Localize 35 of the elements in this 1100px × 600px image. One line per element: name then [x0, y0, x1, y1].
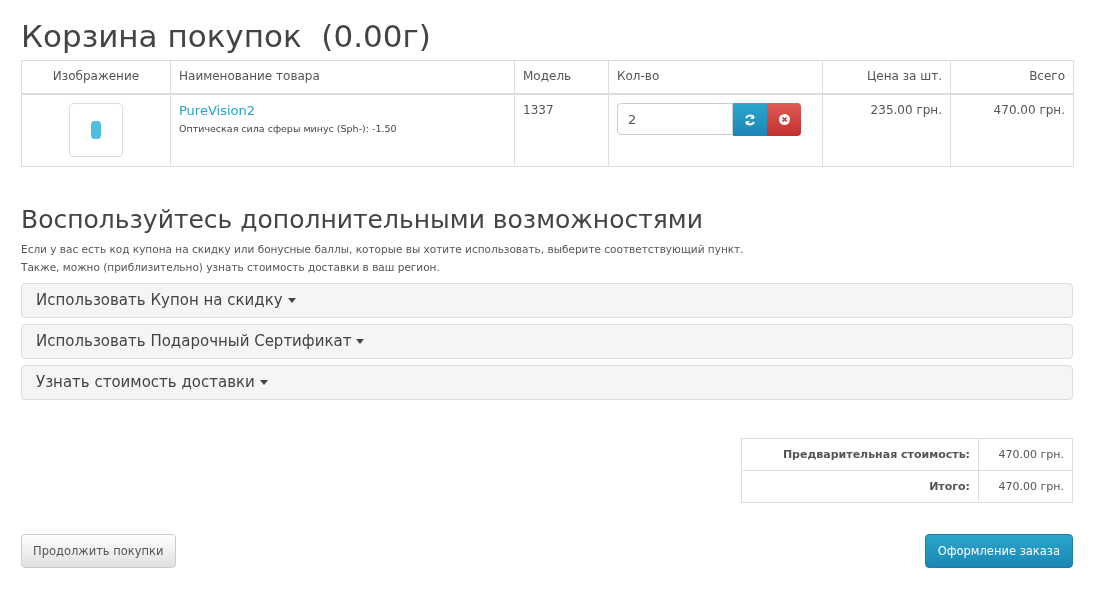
close-icon: [778, 114, 790, 125]
column-header: Кол-во: [608, 60, 823, 94]
accordion-header[interactable]: Использовать Купон на скидку: [21, 282, 1073, 318]
model-cell: 1337: [514, 94, 609, 166]
panel-title: Узнать стоимость доставки: [36, 373, 255, 391]
product-thumbnail[interactable]: [69, 103, 123, 157]
total-label: Предварительная стоимость:: [741, 438, 979, 470]
accordion-header[interactable]: Узнать стоимость доставки: [21, 364, 1073, 400]
unit-price-cell: 235.00 грн.: [822, 94, 951, 166]
accordion-header[interactable]: Использовать Подарочный Сертификат: [21, 323, 1073, 359]
refresh-icon: [744, 113, 756, 126]
product-option: Оптическая сила сферы минус (Sph-): -1.50: [179, 123, 397, 134]
caret-icon: [259, 379, 268, 385]
help-text: Если у вас есть код купона на скидку или бонусные баллы, которые вы хотите использовать, выберите соответствующий пункт.: [21, 242, 745, 255]
column-header: Модель: [514, 60, 609, 94]
quantity-field[interactable]: 2: [617, 103, 733, 135]
total-cell: 470.00 грн.: [950, 94, 1074, 166]
column-header: Наименование товара: [170, 60, 515, 94]
total-value: 470.00 грн.: [978, 438, 1073, 470]
photo-placeholder: [91, 121, 101, 139]
section-heading: Воспользуйтесь дополнительными возможностями: [21, 204, 704, 234]
caret-icon: [356, 338, 365, 344]
total-value: 470.00 грн.: [978, 470, 1073, 502]
panel-title: Использовать Подарочный Сертификат: [36, 332, 352, 350]
column-header: Изображение: [21, 60, 171, 94]
caret-icon: [287, 297, 296, 303]
continue-shopping-button[interactable]: Продолжить покупки: [21, 533, 176, 568]
column-header: Всего: [950, 60, 1074, 94]
update-button[interactable]: [733, 103, 767, 136]
total-label: Итого:: [741, 470, 979, 502]
page-title: Корзина покупок (0.00г): [21, 18, 432, 54]
help-text: Также, можно (приблизительно) узнать стоимость доставки в ваш регион.: [21, 260, 441, 273]
remove-button[interactable]: [767, 103, 801, 136]
column-header: Цена за шт.: [822, 60, 951, 94]
panel-title: Использовать Купон на скидку: [36, 291, 283, 309]
